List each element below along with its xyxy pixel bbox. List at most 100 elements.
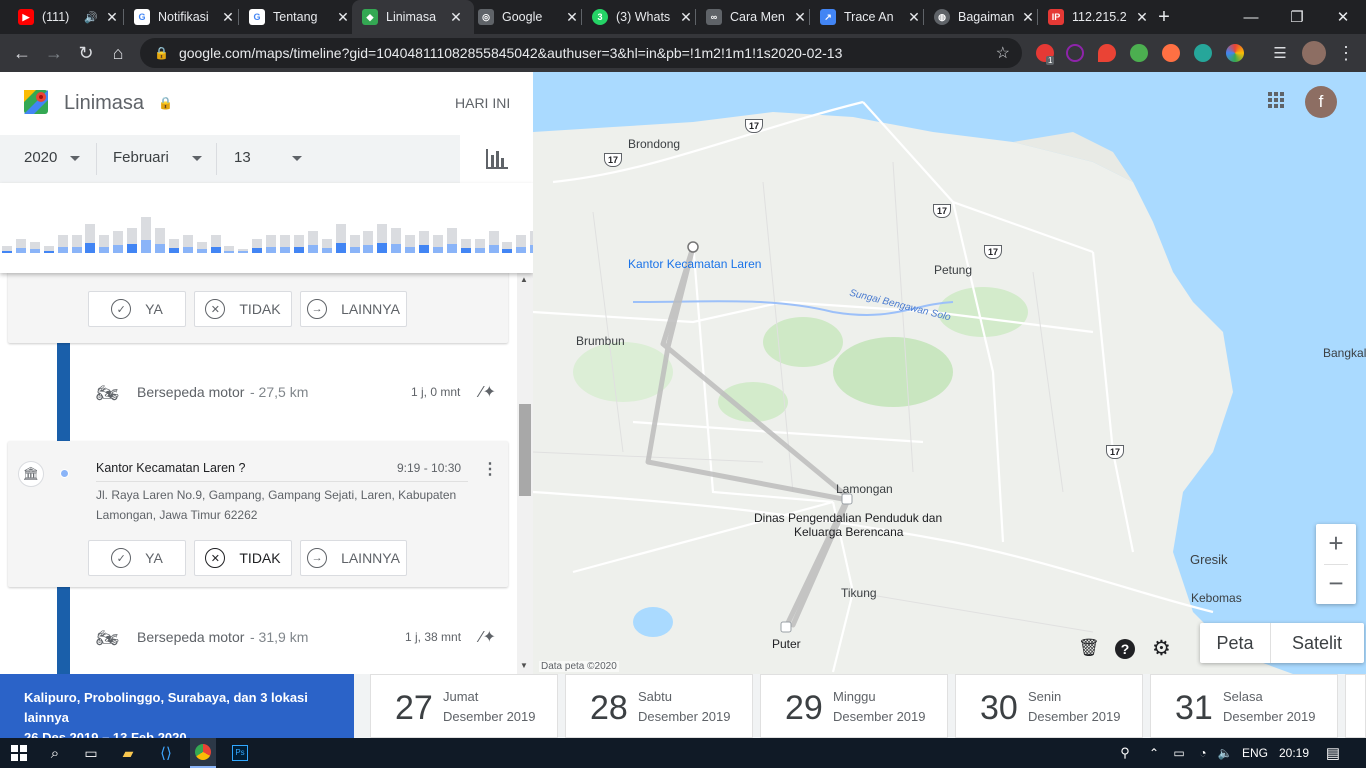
profile-avatar[interactable] — [1302, 41, 1326, 65]
language-indicator[interactable]: ENG — [1240, 738, 1270, 768]
tab-ip[interactable]: IP 112.215.2 ✕ — [1038, 0, 1160, 34]
location-extension-icon[interactable] — [1098, 44, 1116, 62]
chrome-icon[interactable] — [190, 738, 216, 768]
close-icon[interactable]: ✕ — [564, 9, 580, 26]
minimize-button[interactable]: — — [1228, 0, 1274, 34]
tab-linimasa[interactable]: ◆ Linimasa ✕ — [352, 0, 474, 34]
close-icon[interactable]: ✕ — [1020, 9, 1036, 26]
forward-button[interactable]: → — [40, 39, 68, 67]
search-icon[interactable]: ⌕ — [44, 738, 66, 768]
wifi-icon[interactable]: ◔ — [1194, 738, 1212, 768]
day-card[interactable]: 29 Minggu Desember 2019 — [760, 674, 948, 738]
menu-icon[interactable]: ⋮ — [1332, 39, 1360, 67]
extension-icon[interactable] — [1066, 44, 1084, 62]
day-card[interactable]: 28 Sabtu Desember 2019 — [565, 674, 753, 738]
tab-tentang[interactable]: G Tentang ✕ — [239, 0, 361, 34]
day-select[interactable]: 13 — [234, 149, 251, 166]
confirm-no-button[interactable]: ✕ TIDAK — [194, 540, 292, 576]
tab-whatsapp[interactable]: 3 (3) Whats ✕ — [582, 0, 704, 34]
tab-google[interactable]: ◎ Google ✕ — [468, 0, 590, 34]
zoom-in-button[interactable]: + — [1316, 524, 1356, 564]
extension-icon[interactable] — [1162, 44, 1180, 62]
people-icon[interactable]: ⚲ — [1116, 738, 1134, 768]
date-range-card[interactable]: Kalipuro, Probolinggo, Surabaya, dan 3 l… — [0, 674, 354, 745]
speaker-icon[interactable]: 🔊 — [84, 11, 98, 24]
confirm-yes-button[interactable]: ✓ YA — [88, 291, 186, 327]
new-tab-button[interactable]: + — [1146, 0, 1182, 34]
media-control-icon[interactable]: ☰ — [1266, 39, 1294, 67]
edit-wand-icon[interactable]: ⁄✦ — [480, 627, 496, 647]
apps-grid-icon[interactable] — [1266, 90, 1286, 110]
zoom-out-button[interactable]: − — [1316, 564, 1356, 604]
tab-youtube[interactable]: ▶ (111) 🔊 ✕ — [8, 0, 130, 34]
day-card[interactable]: 31 Selasa Desember 2019 — [1150, 674, 1338, 738]
confirm-no-button[interactable]: ✕ TIDAK — [194, 291, 292, 327]
month-select[interactable]: Februari — [113, 149, 169, 166]
trash-icon[interactable]: 🗑 — [1078, 638, 1100, 658]
notification-icon[interactable]: ▤ — [1322, 738, 1344, 768]
scroll-down-icon[interactable]: ▼ — [520, 661, 528, 670]
day-card[interactable] — [1345, 674, 1366, 738]
close-icon[interactable]: ✕ — [335, 9, 351, 26]
maximize-button[interactable]: ❐ — [1274, 0, 1320, 34]
address-bar[interactable]: 🔒 google.com/maps/timeline?gid=104048111… — [140, 38, 1022, 68]
reload-button[interactable]: ↻ — [72, 39, 100, 67]
edit-wand-icon[interactable]: ⁄✦ — [480, 382, 496, 402]
tab-notifikasi[interactable]: G Notifikasi ✕ — [124, 0, 246, 34]
scrollbar-thumb[interactable] — [519, 404, 531, 496]
tab-cara[interactable]: ∞ Cara Men ✕ — [696, 0, 818, 34]
place-label[interactable]: Puter — [772, 637, 801, 651]
scrollbar[interactable]: ▲ ▼ — [517, 273, 533, 674]
place-label[interactable]: Dinas Pengendalian Penduduk dan — [754, 511, 942, 525]
range-places: Kalipuro, Probolinggo, Surabaya, dan 3 l… — [24, 690, 308, 725]
map-type-map-button[interactable]: Peta — [1200, 623, 1270, 663]
star-icon[interactable]: ☆ — [996, 43, 1010, 63]
windows-start-icon[interactable] — [8, 738, 30, 768]
tab-bagaimana[interactable]: ◍ Bagaiman ✕ — [924, 0, 1046, 34]
year-select[interactable]: 2020 — [24, 149, 57, 166]
visit-card-place[interactable]: 🏛 Kantor Kecamatan Laren ? 9:19 - 10:30 … — [8, 441, 508, 587]
chart-toggle[interactable] — [460, 135, 533, 183]
scroll-up-icon[interactable]: ▲ — [520, 275, 528, 284]
file-explorer-icon[interactable]: ▰ — [117, 738, 139, 768]
extension-icon[interactable] — [1130, 44, 1148, 62]
help-icon[interactable]: ? — [1115, 639, 1135, 659]
close-icon[interactable]: ✕ — [220, 9, 236, 26]
today-button[interactable]: HARI INI — [455, 95, 510, 111]
photoshop-icon[interactable]: Ps — [230, 738, 250, 768]
travel-mode[interactable]: Bersepeda motor — [137, 629, 244, 645]
volume-icon[interactable]: 🔈 — [1216, 738, 1234, 768]
day-card[interactable]: 30 Senin Desember 2019 — [955, 674, 1143, 738]
vscode-icon[interactable]: ⟨⟩ — [155, 738, 177, 768]
map-view[interactable]: 17 17 17 17 17 Brondong Kantor Kecamatan… — [533, 72, 1366, 674]
back-button[interactable]: ← — [8, 39, 36, 67]
extension-icon[interactable] — [1194, 44, 1212, 62]
task-view-icon[interactable]: ▭ — [80, 738, 102, 768]
day-card[interactable]: 27 Jumat Desember 2019 — [370, 674, 558, 738]
close-icon[interactable]: ✕ — [678, 9, 694, 26]
travel-mode[interactable]: Bersepeda motor — [137, 384, 244, 400]
home-button[interactable]: ⌂ — [104, 39, 132, 67]
clock[interactable]: 20:19 — [1274, 738, 1314, 768]
place-name[interactable]: Kantor Kecamatan Laren ? — [96, 461, 245, 475]
battery-icon[interactable]: ▭ — [1170, 738, 1188, 768]
close-icon[interactable]: ✕ — [906, 9, 922, 26]
close-icon[interactable]: ✕ — [104, 9, 120, 26]
map-type-satellite-button[interactable]: Satelit — [1270, 623, 1364, 663]
close-window-button[interactable]: ✕ — [1320, 0, 1366, 34]
more-vert-icon[interactable]: ⋮ — [482, 459, 498, 479]
close-icon[interactable]: ✕ — [448, 9, 464, 26]
account-avatar[interactable]: f — [1305, 86, 1337, 118]
extension-icon[interactable] — [1226, 44, 1244, 62]
place-label[interactable]: Kantor Kecamatan Laren — [628, 257, 761, 271]
more-options-button[interactable]: → LAINNYA — [300, 291, 407, 327]
confirm-yes-button[interactable]: ✓ YA — [88, 540, 186, 576]
histogram-bar-fill — [446, 244, 457, 253]
close-icon[interactable]: ✕ — [792, 9, 808, 26]
chevron-up-icon[interactable]: ⌃ — [1146, 738, 1162, 768]
settings-gear-icon[interactable]: ⚙ — [1152, 636, 1171, 661]
activity-histogram[interactable] — [0, 183, 533, 273]
more-options-button[interactable]: → LAINNYA — [300, 540, 407, 576]
place-label[interactable]: Keluarga Berencana — [794, 525, 903, 539]
tab-trace[interactable]: ↗ Trace An ✕ — [810, 0, 932, 34]
